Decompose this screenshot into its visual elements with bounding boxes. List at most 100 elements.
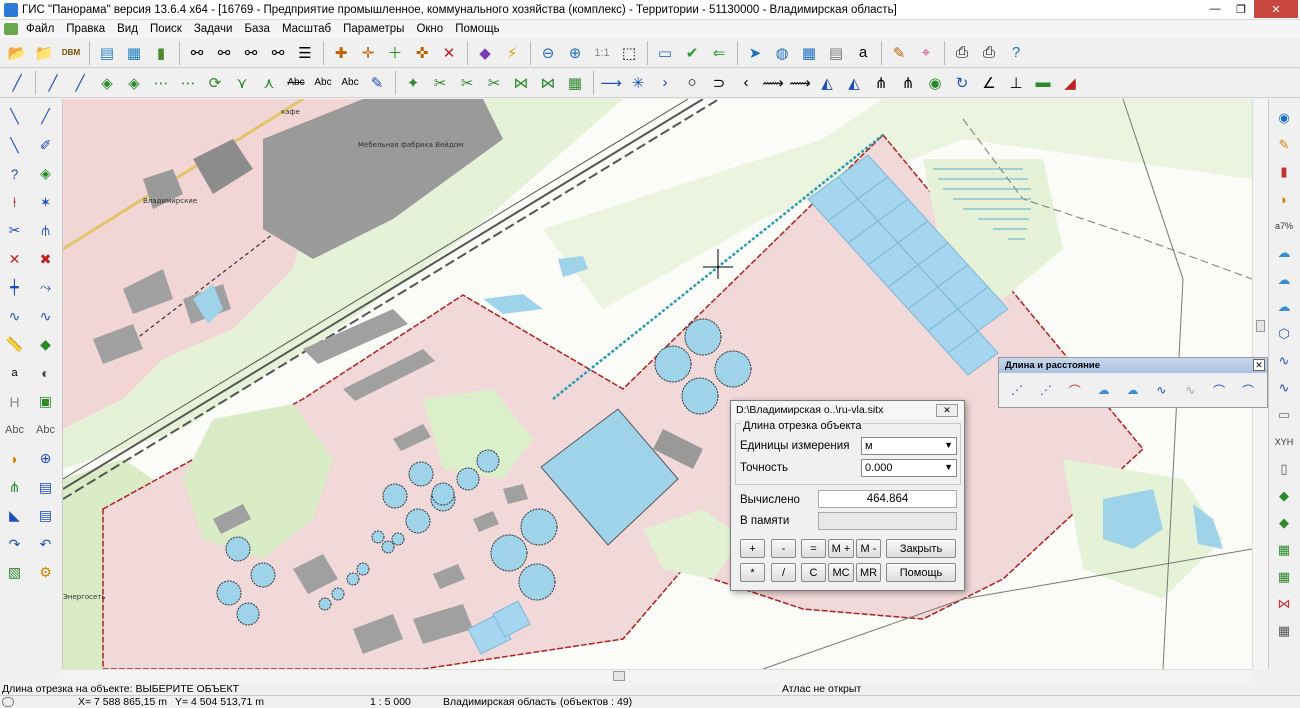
points-2-icon[interactable]: ⋯	[175, 70, 201, 96]
rectangle-icon[interactable]: ▬	[1030, 70, 1056, 96]
close-window-button[interactable]: ✕	[1254, 0, 1298, 18]
add-icon[interactable]: ＋	[382, 40, 408, 66]
text-tool-2-icon[interactable]: ◐	[31, 360, 60, 387]
split-tool-icon[interactable]: ⫛	[31, 217, 60, 244]
select-point-icon[interactable]: ✛	[355, 40, 381, 66]
memory-field[interactable]	[818, 512, 957, 530]
map-select-icon[interactable]: ▣	[31, 388, 60, 415]
abc-tool-2-icon[interactable]: Abc	[31, 417, 60, 444]
fit-icon[interactable]: ⬚	[616, 40, 642, 66]
delete-obj-icon[interactable]: ✖	[31, 246, 60, 273]
binoculars-3-icon[interactable]: ⚯	[265, 40, 291, 66]
clear-button[interactable]: C	[801, 563, 826, 582]
polyline-length-icon[interactable]: ⋰	[1032, 377, 1060, 403]
cloud-length-icon[interactable]: ☁	[1090, 377, 1118, 403]
line-plus-icon[interactable]: ╲	[0, 132, 29, 159]
select-cross-icon[interactable]: ✚	[328, 40, 354, 66]
menu-tasks[interactable]: Задачи	[188, 23, 239, 35]
text-a-icon[interactable]: a	[850, 40, 876, 66]
distance-panel-close-button[interactable]: ✕	[1253, 359, 1265, 371]
menu-search[interactable]: Поиск	[144, 23, 188, 35]
angle-icon[interactable]: ∠	[976, 70, 1002, 96]
torch-right-icon[interactable]: ◗	[1270, 186, 1298, 212]
return-icon[interactable]: ⊃	[706, 70, 732, 96]
circle-icon[interactable]: ○	[679, 70, 705, 96]
curve-length-icon[interactable]: ⌒	[1061, 377, 1089, 403]
xy-icon[interactable]: ▯	[1270, 456, 1298, 482]
move-object-icon[interactable]: ◈	[121, 70, 147, 96]
copy-object-icon[interactable]: ◈	[94, 70, 120, 96]
vertex-icon[interactable]: ⋔	[868, 70, 894, 96]
line-node-icon[interactable]: ⟶	[598, 70, 624, 96]
delete-icon[interactable]: ✕	[436, 40, 462, 66]
polyline-2-icon[interactable]: ∿	[1270, 375, 1298, 401]
settings-icon[interactable]: ⚙	[31, 559, 60, 586]
red-block-icon[interactable]: ▮	[1270, 159, 1298, 185]
binoculars-2-icon[interactable]: ⚯	[238, 40, 264, 66]
picture-icon[interactable]: ▧	[0, 559, 29, 586]
cut-icon[interactable]: ✂	[427, 70, 453, 96]
sphere-icon[interactable]: ◉	[1270, 105, 1298, 131]
layers-right-2-icon[interactable]: ◆	[1270, 510, 1298, 536]
edit-line-2-icon[interactable]: ╱	[67, 70, 93, 96]
wave-length-2-icon[interactable]: ∿	[1176, 377, 1204, 403]
maximize-button[interactable]: ❐	[1228, 0, 1254, 18]
save-icon[interactable]: 📁	[31, 40, 57, 66]
scissors-icon[interactable]: ✂	[0, 217, 29, 244]
torch-icon[interactable]: ◗	[0, 445, 29, 472]
arc-length-2-icon[interactable]: ⌒	[1234, 377, 1262, 403]
mr-button[interactable]: MR	[856, 563, 881, 582]
pencil-icon[interactable]: ✎	[364, 70, 390, 96]
palette-icon[interactable]: ✎	[886, 40, 912, 66]
ruler-icon[interactable]: 📏	[0, 331, 29, 358]
star-icon[interactable]: ✶	[31, 189, 60, 216]
vertical-scroll-thumb[interactable]	[1256, 320, 1265, 332]
zoom-out-icon[interactable]: ⊖	[535, 40, 561, 66]
open-folder-icon[interactable]: 📂	[4, 40, 30, 66]
menu-file[interactable]: Файл	[20, 23, 60, 35]
asterisk-icon[interactable]: ✳	[625, 70, 651, 96]
wave-length-icon[interactable]: ∿	[1147, 377, 1175, 403]
cut-2-icon[interactable]: ✂	[454, 70, 480, 96]
points-icon[interactable]: ⋯	[148, 70, 174, 96]
frame-icon[interactable]: ▭	[652, 40, 678, 66]
pin-tool-icon[interactable]: ⍿	[0, 189, 29, 216]
iron-2-icon[interactable]: ◭	[841, 70, 867, 96]
mc-button[interactable]: MC	[828, 563, 854, 582]
abc-curve-icon[interactable]: Abc	[310, 70, 336, 96]
cut-3-icon[interactable]: ✂	[481, 70, 507, 96]
draw-line-icon[interactable]: ╱	[4, 70, 30, 96]
cloud-length-2-icon[interactable]: ☁	[1119, 377, 1147, 403]
join-icon[interactable]: ⋈	[508, 70, 534, 96]
print-icon[interactable]: ⎙	[949, 40, 975, 66]
join-2-icon[interactable]: ⋈	[535, 70, 561, 96]
network-icon[interactable]: ⋈	[1270, 591, 1298, 617]
split-icon[interactable]: ⋎	[229, 70, 255, 96]
polygon-icon[interactable]: ⬡	[1270, 321, 1298, 347]
cloud-2-icon[interactable]: ☁	[1270, 267, 1298, 293]
units-select[interactable]: м ▼	[861, 437, 957, 455]
help-button[interactable]: Помощь	[886, 563, 956, 582]
close-button[interactable]: Закрыть	[886, 539, 956, 558]
edit-line-icon[interactable]: ╱	[40, 70, 66, 96]
merge-icon[interactable]: ⋏	[256, 70, 282, 96]
pointer-icon[interactable]: ➤	[742, 40, 768, 66]
minus-button[interactable]: -	[771, 539, 796, 558]
horizontal-scroll-thumb[interactable]	[613, 671, 625, 681]
scale-1-1-icon[interactable]: 1:1	[589, 40, 615, 66]
wave-icon[interactable]: ∿	[0, 303, 29, 330]
image-icon[interactable]: ▦	[1270, 537, 1298, 563]
ruler-2-icon[interactable]: ◆	[31, 331, 60, 358]
magnifier-icon[interactable]: ⊕	[31, 445, 60, 472]
mplus-button[interactable]: M +	[828, 539, 854, 558]
delete-tool-icon[interactable]: ✕	[0, 246, 29, 273]
back-icon[interactable]: ⇐	[706, 40, 732, 66]
node-icon[interactable]: ✦	[400, 70, 426, 96]
list-icon[interactable]: ☰	[292, 40, 318, 66]
binoculars-icon[interactable]: ⚯	[184, 40, 210, 66]
h-tool-icon[interactable]: H	[0, 388, 29, 415]
menu-parameters[interactable]: Параметры	[337, 23, 410, 35]
segment-length-icon[interactable]: ⋰	[1003, 377, 1031, 403]
dbm-2-icon[interactable]: ▤	[823, 40, 849, 66]
zoom-in-icon[interactable]: ⊕	[562, 40, 588, 66]
